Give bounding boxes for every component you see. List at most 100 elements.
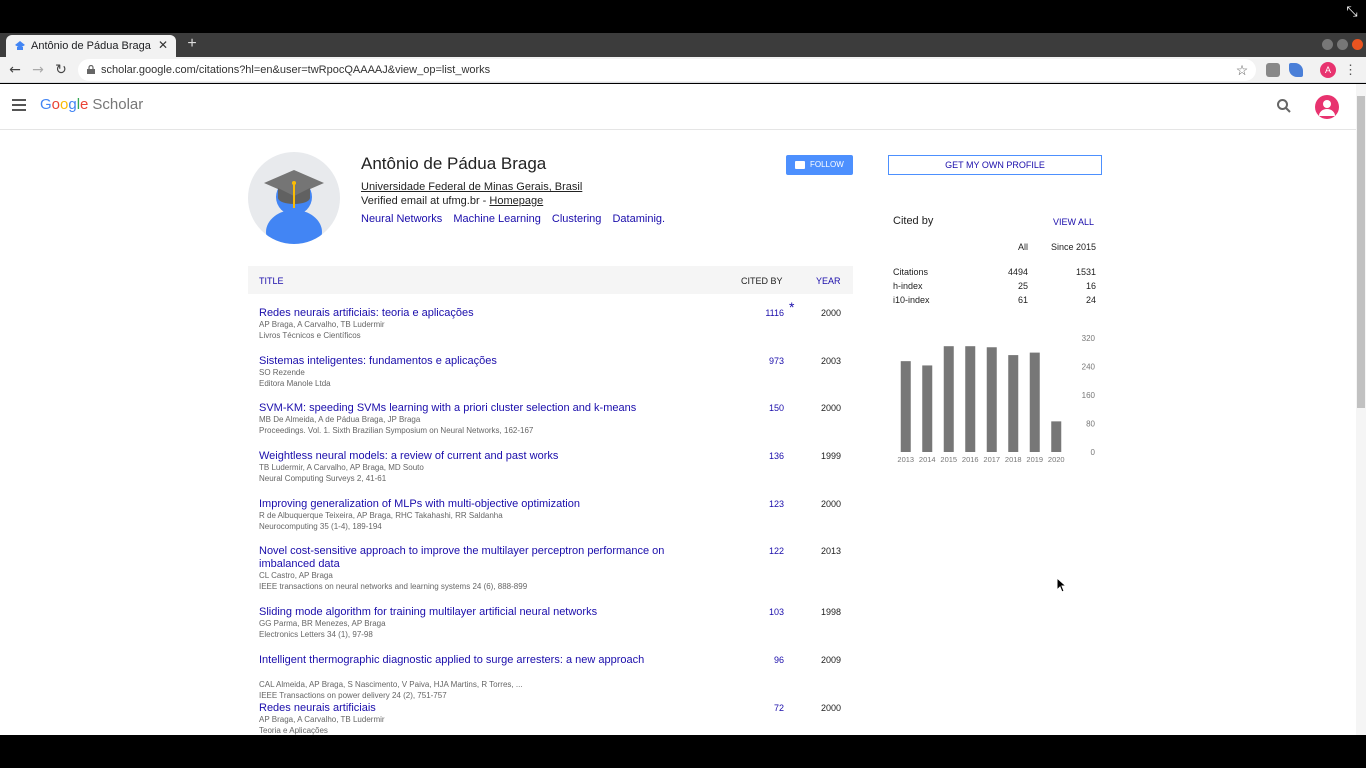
page-scrollbar[interactable] xyxy=(1356,84,1366,735)
article-title-link[interactable]: Improving generalization of MLPs with mu… xyxy=(259,498,689,511)
article-authors: MB De Almeida, A de Pádua Braga, JP Brag… xyxy=(259,415,421,424)
minimize-window-button[interactable] xyxy=(1322,39,1333,50)
stats-label: Citations xyxy=(893,267,929,277)
cited-by-header[interactable]: CITED BY xyxy=(741,276,783,286)
x-tick-label: 2017 xyxy=(983,455,1000,464)
article-authors: AP Braga, A Carvalho, TB Ludermir xyxy=(259,320,385,329)
article-cited-by-link[interactable]: 150 xyxy=(728,403,784,413)
interest-tag-dataminig[interactable]: Dataminig. xyxy=(612,213,665,225)
article-year: 2000 xyxy=(820,308,841,318)
citation-bar-2017[interactable] xyxy=(986,347,997,452)
article-venue: Proceedings. Vol. 1. Sixth Brazilian Sym… xyxy=(259,426,534,435)
profile-interests: Neural Networks Machine Learning Cluster… xyxy=(361,213,673,225)
envelope-icon xyxy=(795,161,805,169)
logo-letter: e xyxy=(80,96,89,113)
article-title-link[interactable]: Weightless neural models: a review of cu… xyxy=(259,450,689,463)
hamburger-menu-icon[interactable] xyxy=(12,99,26,111)
article-cited-by-link[interactable]: 96 xyxy=(728,655,784,665)
stats-label: h-index xyxy=(893,281,923,291)
page-content: Google Scholar Antônio de Pádua Braga Uni… xyxy=(0,84,1366,735)
article-year: 2000 xyxy=(820,703,841,713)
article-cited-by-link[interactable]: 122 xyxy=(728,546,784,556)
article-cited-by-link[interactable]: 123 xyxy=(728,499,784,509)
article-title-link[interactable]: Redes neurais artificiais xyxy=(259,702,689,715)
homepage-link[interactable]: Homepage xyxy=(489,195,543,207)
article-title-link[interactable]: Sliding mode algorithm for training mult… xyxy=(259,606,689,619)
article-authors: GG Parma, BR Menezes, AP Braga xyxy=(259,619,386,628)
browser-menu-icon[interactable]: ⋮ xyxy=(1344,61,1357,79)
article-title-link[interactable]: Redes neurais artificiais: teoria e apli… xyxy=(259,307,689,320)
maximize-window-button[interactable] xyxy=(1337,39,1348,50)
profile-affiliation[interactable]: Universidade Federal de Minas Gerais, Br… xyxy=(361,181,582,193)
search-icon[interactable] xyxy=(1276,98,1292,114)
account-avatar[interactable] xyxy=(1315,95,1339,119)
stats-row-citations: Citations 4494 1531 xyxy=(893,267,1096,279)
browser-tab[interactable]: Antônio de Pádua Braga ✕ xyxy=(6,35,176,57)
exit-fullscreen-icon[interactable]: ⤡ xyxy=(1344,4,1360,20)
article-cited-by-link[interactable]: 973 xyxy=(728,356,784,366)
article-venue: Neural Computing Surveys 2, 41-61 xyxy=(259,474,387,483)
stats-label: i10-index xyxy=(893,295,930,305)
scrollbar-thumb[interactable] xyxy=(1357,96,1365,408)
stats-col-all: All xyxy=(1017,242,1028,252)
extension-m-icon[interactable] xyxy=(1266,63,1280,77)
back-arrow-icon[interactable]: ← xyxy=(6,61,24,79)
interest-tag-machine-learning[interactable]: Machine Learning xyxy=(453,213,540,225)
x-tick-label: 2015 xyxy=(940,455,957,464)
article-cited-by-link[interactable]: 136 xyxy=(728,451,784,461)
x-tick-label: 2019 xyxy=(1026,455,1043,464)
logo-letter: g xyxy=(68,96,77,113)
stats-since-value: 16 xyxy=(1085,281,1096,291)
article-year: 1999 xyxy=(820,451,841,461)
article-cited-by-link[interactable]: 72 xyxy=(728,703,784,713)
citation-bar-2020[interactable] xyxy=(1051,421,1062,452)
stats-row-h-index: h-index 25 16 xyxy=(893,281,1096,293)
forward-arrow-icon[interactable]: → xyxy=(29,61,47,79)
article-year: 2000 xyxy=(820,499,841,509)
google-scholar-logo[interactable]: Google Scholar xyxy=(40,96,143,113)
logo-google-text: Google xyxy=(40,96,88,113)
bottom-system-bar xyxy=(0,735,1366,768)
scholar-favicon-icon xyxy=(14,40,26,52)
follow-button[interactable]: FOLLOW xyxy=(786,155,853,175)
x-tick-label: 2018 xyxy=(1005,455,1022,464)
article-title-link[interactable]: Sistemas inteligentes: fundamentos e apl… xyxy=(259,355,689,368)
tab-close-icon[interactable]: ✕ xyxy=(156,38,170,52)
address-bar[interactable]: scholar.google.com/citations?hl=en&user=… xyxy=(78,59,1256,81)
citation-bar-2013[interactable] xyxy=(900,361,911,452)
sort-by-year-header[interactable]: YEAR xyxy=(816,276,841,286)
bookmark-star-icon[interactable]: ☆ xyxy=(1234,61,1250,79)
article-authors: R de Albuquerque Teixeira, AP Braga, RHC… xyxy=(259,511,503,520)
article-cited-by-link[interactable]: 103 xyxy=(728,607,784,617)
stats-since-value: 1531 xyxy=(1075,267,1096,277)
y-tick-label: 320 xyxy=(1082,334,1096,343)
stats-col-since: Since 2015 xyxy=(1050,242,1096,252)
article-venue: Neurocomputing 35 (1-4), 189-194 xyxy=(259,522,382,531)
stats-row-i10-index: i10-index 61 24 xyxy=(893,295,1096,307)
get-my-own-profile-button[interactable]: GET MY OWN PROFILE xyxy=(888,155,1102,175)
extension-feather-icon[interactable] xyxy=(1289,63,1303,77)
citation-bar-2018[interactable] xyxy=(1008,355,1019,452)
citation-bar-2015[interactable] xyxy=(943,346,954,452)
merged-citation-star: * xyxy=(789,299,795,315)
new-tab-button[interactable]: + xyxy=(184,36,200,52)
interest-tag-clustering[interactable]: Clustering xyxy=(552,213,602,225)
article-title-link[interactable]: Novel cost-sensitive approach to improve… xyxy=(259,545,689,571)
top-system-bar: ⤡ xyxy=(0,0,1366,33)
article-venue: Livros Técnicos e Científicos xyxy=(259,331,361,340)
reload-icon[interactable]: ↻ xyxy=(52,61,70,79)
citation-bar-2019[interactable] xyxy=(1029,352,1040,452)
sort-by-title-header[interactable]: TITLE xyxy=(259,276,284,286)
browser-profile-avatar[interactable]: A xyxy=(1320,62,1336,78)
tab-strip: Antônio de Pádua Braga ✕ + xyxy=(0,33,1366,57)
profile-email: Verified email at ufmg.br - Homepage xyxy=(361,195,543,207)
citation-bar-2016[interactable] xyxy=(965,346,976,452)
article-cited-by-link[interactable]: 1116 xyxy=(728,308,784,318)
article-title-link[interactable]: Intelligent thermographic diagnostic app… xyxy=(259,654,689,667)
close-window-button[interactable] xyxy=(1352,39,1363,50)
citation-bar-2014[interactable] xyxy=(922,365,933,452)
interest-tag-neural-networks[interactable]: Neural Networks xyxy=(361,213,442,225)
article-authors: CAL Almeida, AP Braga, S Nascimento, V P… xyxy=(259,680,523,689)
view-all-link[interactable]: VIEW ALL xyxy=(1053,217,1094,227)
article-title-link[interactable]: SVM-KM: speeding SVMs learning with a pr… xyxy=(259,402,689,415)
